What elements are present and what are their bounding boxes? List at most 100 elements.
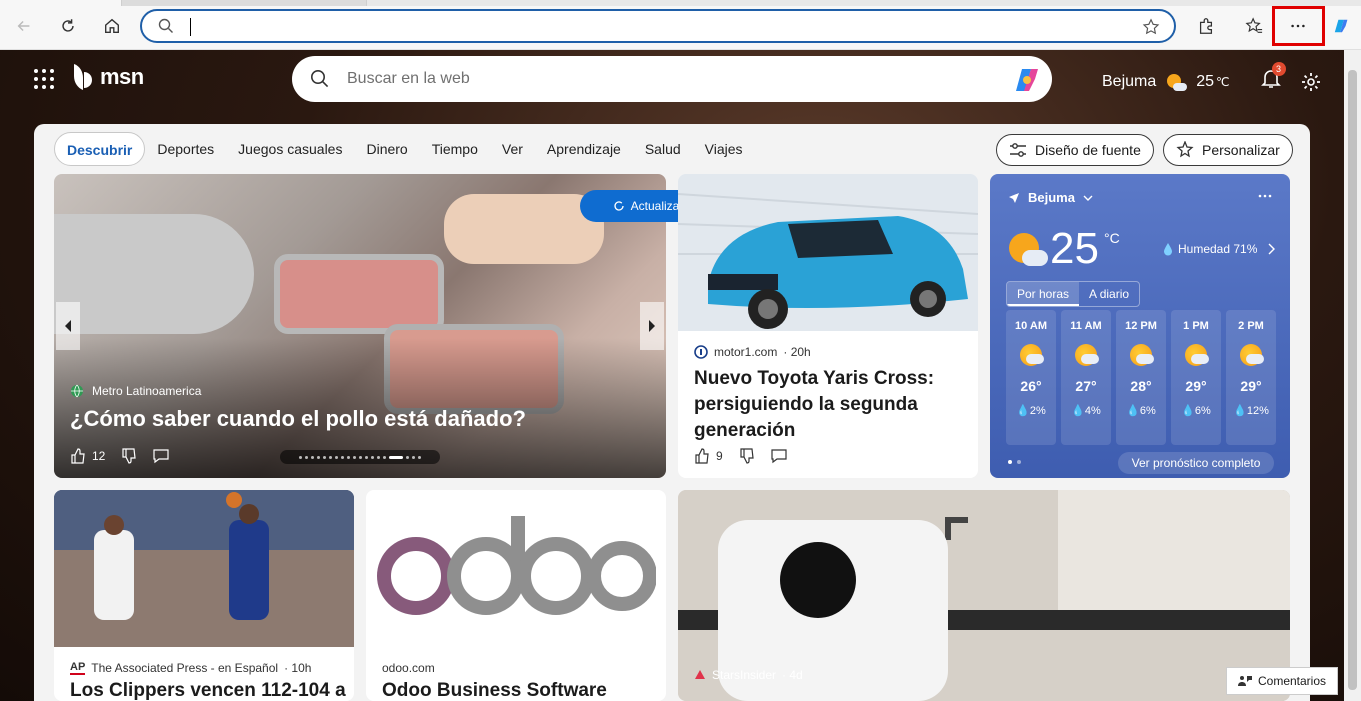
settings-gear-icon[interactable]: [1300, 71, 1322, 93]
font-design-button[interactable]: Diseño de fuente: [996, 134, 1154, 166]
hour-time: 10 AM: [1015, 320, 1047, 332]
hero-title[interactable]: ¿Cómo saber cuando el pollo está dañado?: [70, 406, 526, 432]
scrollbar-thumb[interactable]: [1348, 70, 1357, 690]
like-button[interactable]: 9: [694, 448, 723, 464]
personalize-button[interactable]: Personalizar: [1163, 134, 1293, 166]
browser-toolbar: [0, 0, 1361, 50]
humidity[interactable]: Humedad 71%: [1162, 242, 1276, 256]
tab-dinero[interactable]: Dinero: [354, 132, 419, 166]
refresh-button[interactable]: [54, 12, 82, 40]
odoo-logo: [377, 515, 656, 615]
odoo-source[interactable]: odoo.com: [382, 661, 435, 675]
web-search-box[interactable]: Buscar en la web: [292, 56, 1052, 102]
sliders-icon: [1010, 143, 1026, 157]
comment-icon[interactable]: [771, 448, 787, 464]
tab-salud[interactable]: Salud: [633, 132, 693, 166]
bball-source[interactable]: AP The Associated Press - en Español · 1…: [70, 661, 311, 675]
location-arrow-icon: [1009, 192, 1019, 203]
tab-juegos-casuales[interactable]: Juegos casuales: [226, 132, 354, 166]
hour-forecast[interactable]: 11 AM 27° 💧4%: [1061, 310, 1111, 445]
back-arrow-icon: [17, 20, 30, 32]
page-scrollbar[interactable]: [1344, 50, 1361, 701]
hour-forecast[interactable]: 2 PM 29° 💧12%: [1226, 310, 1276, 445]
basketball-story-card[interactable]: AP The Associated Press - en Español · 1…: [54, 490, 354, 701]
font-design-label: Diseño de fuente: [1035, 142, 1141, 158]
hour-forecast[interactable]: 10 AM 26° 💧2%: [1006, 310, 1056, 445]
starsinsider-logo: [695, 670, 705, 679]
tab-strip: [0, 0, 1361, 6]
tab-ver[interactable]: Ver: [490, 132, 535, 166]
like-button[interactable]: 12: [70, 448, 105, 464]
comment-icon[interactable]: [153, 448, 169, 464]
hour-forecast[interactable]: 1 PM 29° 💧6%: [1171, 310, 1221, 445]
car-source-name: motor1.com: [714, 345, 778, 359]
weather-tabs: Por horas A diario: [1006, 281, 1141, 307]
copilot-icon: [1334, 19, 1348, 33]
chevron-down-icon: [1083, 195, 1093, 201]
tab-viajes[interactable]: Viajes: [693, 132, 755, 166]
hero-prev-button[interactable]: [56, 302, 80, 350]
hour-precip: 💧4%: [1071, 405, 1101, 417]
hourly-forecast: 10 AM 26° 💧2% 11 AM 27° 💧4% 12 PM 28° 💧6…: [1006, 310, 1276, 445]
tab-descubrir[interactable]: Descubrir: [54, 132, 146, 166]
refresh-icon: [62, 19, 74, 32]
weather-location[interactable]: Bejuma: [1008, 190, 1093, 205]
text-caret: [190, 18, 191, 36]
extensions-button[interactable]: [1192, 12, 1220, 40]
notifications-button[interactable]: 3: [1260, 62, 1286, 95]
tab-daily[interactable]: A diario: [1079, 282, 1139, 306]
msn-logo[interactable]: msn: [70, 62, 144, 92]
chevron-right-icon: [649, 320, 655, 332]
car-story-card[interactable]: motor1.com · 20h Nuevo Toyota Yaris Cros…: [678, 174, 978, 478]
favorites-button[interactable]: [1240, 12, 1268, 40]
thumbs-up-icon: [695, 448, 709, 464]
hour-precip: 💧12%: [1233, 405, 1269, 417]
kitchen-age: · 4d: [782, 668, 803, 682]
copilot-icon[interactable]: [1012, 65, 1042, 95]
hour-forecast[interactable]: 12 PM 28° 💧6%: [1116, 310, 1166, 445]
header-weather[interactable]: Bejuma 25 ℃ 3: [1102, 62, 1322, 95]
inactive-tab-edge[interactable]: [366, 0, 1361, 6]
feedback-button[interactable]: Comentarios: [1226, 667, 1338, 695]
people-feedback-icon: [1237, 676, 1252, 686]
full-forecast-button[interactable]: Ver pronóstico completo: [1118, 452, 1274, 474]
hero-next-button[interactable]: [640, 302, 664, 350]
kitchen-source[interactable]: StarsInsider · 4d: [694, 668, 803, 682]
tab-hourly[interactable]: Por horas: [1007, 282, 1080, 306]
car-source[interactable]: motor1.com · 20h: [694, 345, 811, 359]
airfryer-story-card[interactable]: StarsInsider · 4d: [678, 490, 1290, 701]
thumbs-down-icon[interactable]: [739, 448, 755, 464]
bball-title[interactable]: Los Clippers vencen 112-104 a: [70, 680, 346, 701]
carousel-dots[interactable]: [280, 450, 440, 464]
ap-logo: AP: [70, 661, 86, 675]
active-tab-edge[interactable]: [0, 0, 122, 6]
odoo-title[interactable]: Odoo Business Software: [382, 680, 607, 701]
hero-source[interactable]: Metro Latinoamerica: [70, 384, 201, 398]
sparkle-edit-icon: [1176, 141, 1194, 158]
weather-page-dots[interactable]: [1008, 460, 1021, 464]
app-launcher-icon[interactable]: [34, 69, 54, 89]
hour-time: 1 PM: [1183, 320, 1209, 332]
hour-precip: 💧6%: [1126, 405, 1156, 417]
weather-card[interactable]: Bejuma 25 °C Humedad 71% Por horas A dia…: [990, 174, 1290, 478]
tab-deportes[interactable]: Deportes: [145, 132, 226, 166]
kitchen-source-name: StarsInsider: [712, 668, 777, 682]
copilot-button[interactable]: [1328, 12, 1356, 40]
category-tabs: Descubrir Deportes Juegos casuales Diner…: [54, 132, 755, 166]
star-icon[interactable]: [1142, 18, 1160, 36]
hero-story-card[interactable]: Metro Latinoamerica ¿Cómo saber cuando e…: [54, 174, 666, 478]
partly-sunny-icon: [1130, 344, 1154, 366]
hour-temp: 26°: [1020, 378, 1042, 394]
home-button[interactable]: [98, 12, 126, 40]
thumbs-down-icon[interactable]: [121, 448, 137, 464]
tab-tiempo[interactable]: Tiempo: [420, 132, 490, 166]
home-icon: [105, 18, 119, 33]
more-icon[interactable]: [1258, 194, 1272, 198]
odoo-ad-card[interactable]: odoo.com Odoo Business Software: [366, 490, 666, 701]
car-title[interactable]: Nuevo Toyota Yaris Cross: persiguiendo l…: [694, 366, 964, 444]
bball-source-name: The Associated Press - en Español: [91, 661, 279, 675]
address-bar[interactable]: [140, 9, 1176, 43]
tab-aprendizaje[interactable]: Aprendizaje: [535, 132, 633, 166]
hour-time: 2 PM: [1238, 320, 1264, 332]
back-button[interactable]: [10, 12, 38, 40]
